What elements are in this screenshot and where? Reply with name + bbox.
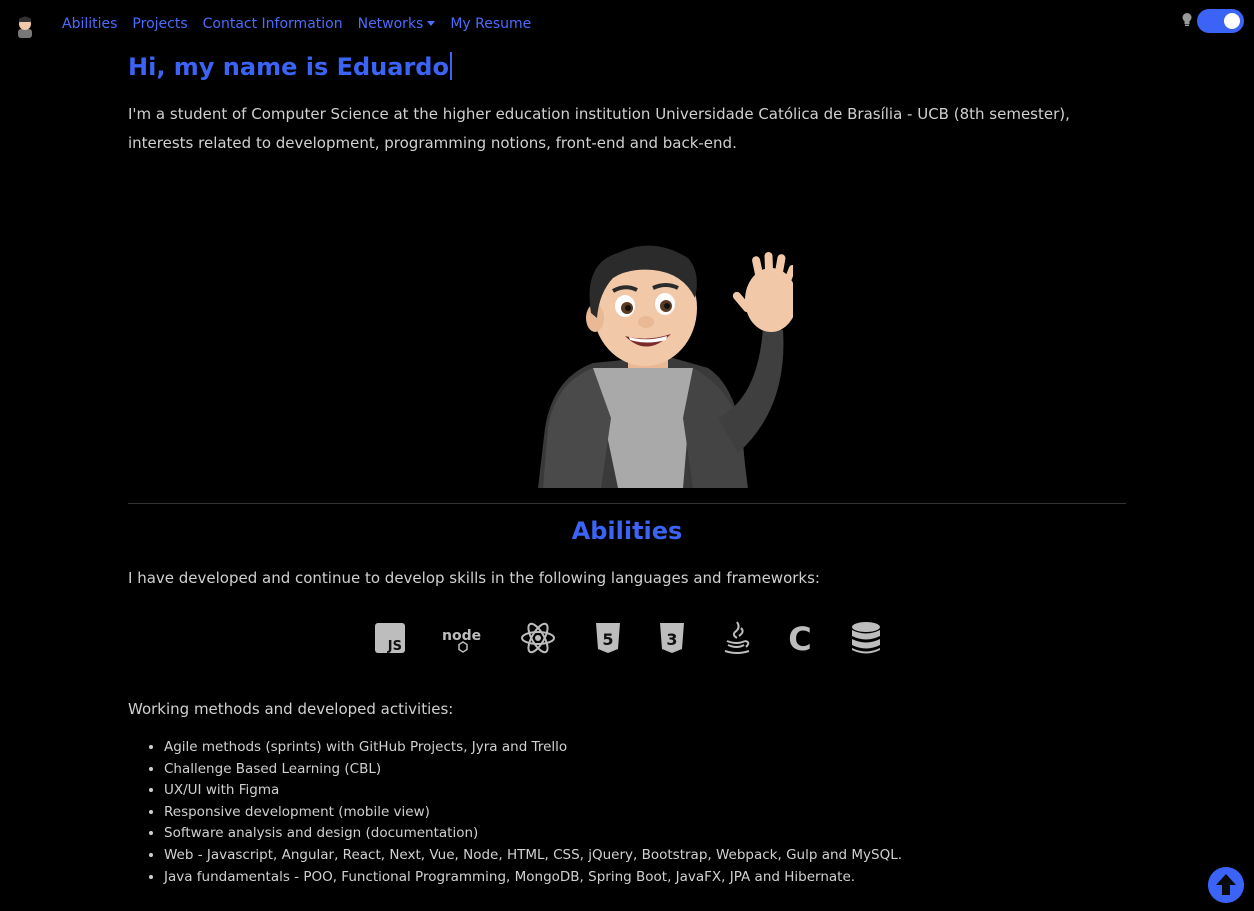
c-language-icon: C — [788, 620, 811, 656]
caret-down-icon — [427, 20, 436, 26]
list-item: Agile methods (sprints) with GitHub Proj… — [164, 737, 902, 759]
abilities-description: I have developed and continue to develop… — [128, 569, 820, 587]
java-icon — [724, 621, 750, 654]
avatar-logo-icon[interactable] — [14, 14, 36, 38]
javascript-icon: JS — [375, 623, 405, 654]
c-language-icon-label: C — [788, 620, 811, 656]
react-icon — [521, 622, 555, 654]
list-item: UX/UI with Figma — [164, 780, 902, 802]
typing-cursor — [449, 52, 452, 80]
list-item: Web - Javascript, Angular, React, Next, … — [164, 845, 902, 867]
nav-dropdown-label: Networks — [357, 16, 424, 32]
nav-link-my-resume[interactable]: My Resume — [450, 16, 531, 32]
section-divider — [128, 503, 1126, 504]
methods-list: Agile methods (sprints) with GitHub Proj… — [128, 737, 902, 888]
lightbulb-icon — [1182, 13, 1192, 26]
waving-avatar-image — [538, 245, 793, 488]
database-icon — [852, 622, 880, 654]
list-item: Software analysis and design (documentat… — [164, 823, 902, 845]
list-item: Responsive development (mobile view) — [164, 802, 902, 824]
list-item: Challenge Based Learning (CBL) — [164, 759, 902, 781]
list-item: Java fundamentals - POO, Functional Prog… — [164, 867, 902, 889]
methods-title: Working methods and developed activities… — [128, 700, 454, 718]
html5-icon-label: 5 — [602, 630, 613, 649]
nav-link-contact-information[interactable]: Contact Information — [203, 16, 343, 32]
toggle-knob — [1224, 13, 1240, 29]
nav-link-projects[interactable]: Projects — [132, 16, 187, 32]
nav-link-abilities[interactable]: Abilities — [62, 16, 117, 32]
intro-paragraph: I'm a student of Computer Science at the… — [128, 105, 1070, 152]
html5-icon: 5 — [596, 623, 620, 653]
hero-title-text: Hi, my name is Eduardo — [128, 53, 449, 81]
back-to-top-button[interactable] — [1208, 867, 1244, 903]
nav-dropdown-networks[interactable]: Networks — [358, 16, 436, 32]
javascript-icon-label: JS — [387, 639, 402, 654]
skills-icons-row: JS node 5 3 C — [370, 620, 890, 656]
nodejs-icon: node — [442, 628, 481, 653]
theme-toggle-switch[interactable] — [1197, 9, 1244, 33]
hero-title: Hi, my name is Eduardo — [128, 52, 452, 82]
css3-icon-label: 3 — [666, 630, 677, 649]
nodejs-icon-label: node — [442, 628, 481, 644]
abilities-title: Abilities — [571, 517, 683, 545]
navbar: Abilities Projects Contact Information N… — [0, 0, 1254, 50]
css3-icon: 3 — [660, 623, 684, 653]
